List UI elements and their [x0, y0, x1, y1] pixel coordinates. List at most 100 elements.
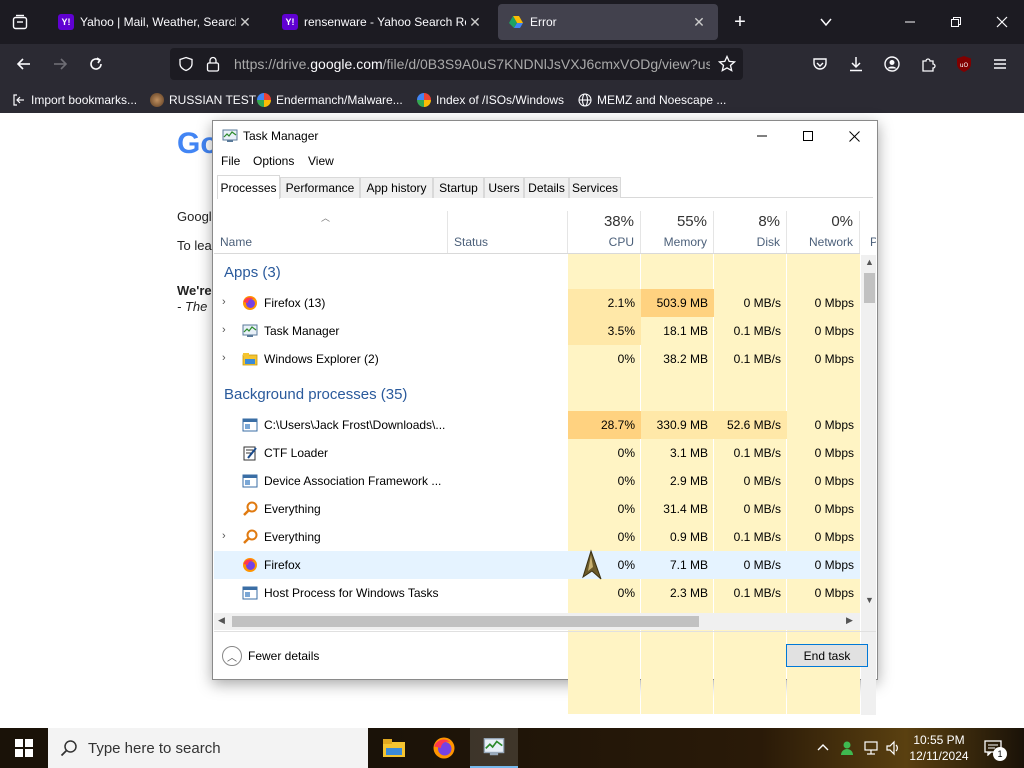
- minimize-icon: [757, 135, 767, 137]
- task-manager-title-bar[interactable]: Task Manager: [213, 121, 877, 151]
- app-menu-button[interactable]: [986, 50, 1014, 78]
- show-hidden-icons-button[interactable]: [812, 728, 834, 768]
- process-row[interactable]: C:\Users\Jack Frost\Downloads\... 28.7% …: [214, 411, 860, 439]
- process-row-selected[interactable]: Firefox 0% 7.1 MB 0 MB/s 0 Mbps: [214, 549, 860, 580]
- column-header-power[interactable]: P: [860, 211, 876, 253]
- back-button[interactable]: [10, 50, 38, 78]
- column-header-status[interactable]: Status: [448, 211, 568, 253]
- downloads-button[interactable]: [842, 50, 870, 78]
- network-button[interactable]: [860, 728, 882, 768]
- minimize-button[interactable]: [739, 121, 785, 151]
- firefox-icon: [433, 737, 455, 759]
- minimize-button[interactable]: [888, 0, 932, 44]
- restore-button[interactable]: [934, 0, 978, 44]
- bookmark-star-icon[interactable]: [717, 54, 737, 76]
- tab-details[interactable]: Details: [524, 177, 569, 198]
- tab-yahoo-mail[interactable]: Y! Yahoo | Mail, Weather, Search, P ✕: [48, 4, 264, 40]
- taskbar-firefox[interactable]: [420, 728, 468, 768]
- scroll-up-icon[interactable]: ▲: [865, 257, 874, 267]
- tab-app-history[interactable]: App history: [360, 177, 433, 198]
- scroll-left-icon[interactable]: ◀: [218, 615, 225, 626]
- list-all-tabs-button[interactable]: [812, 8, 840, 36]
- process-row[interactable]: Host Process for Windows Tasks 0% 2.3 MB…: [214, 579, 860, 607]
- tab-rensenware-search[interactable]: Y! rensenware - Yahoo Search Resu ✕: [272, 4, 494, 40]
- process-row[interactable]: Device Association Framework ... 0% 2.9 …: [214, 467, 860, 495]
- process-row[interactable]: › Task Manager 3.5% 18.1 MB 0.1 MB/s 0 M…: [214, 317, 860, 345]
- url-text[interactable]: https://drive.google.com/file/d/0B3S9A0u…: [234, 56, 710, 72]
- menu-view[interactable]: View: [308, 154, 334, 168]
- column-header-cpu[interactable]: 38% CPU: [568, 211, 641, 253]
- bookmarks-toolbar: Import bookmarks... RUSSIAN TEST Enderma…: [0, 86, 1024, 113]
- column-header-disk[interactable]: 8% Disk: [714, 211, 787, 253]
- ublock-origin-button[interactable]: uO: [950, 50, 978, 78]
- end-task-button[interactable]: End task: [786, 644, 868, 667]
- menu-file[interactable]: File: [221, 154, 240, 168]
- process-row[interactable]: › Windows Explorer (2) 0% 38.2 MB 0.1 MB…: [214, 345, 860, 373]
- disk-value: 0.1 MB/s: [733, 446, 781, 460]
- chevron-right-icon[interactable]: ›: [222, 352, 234, 366]
- chevron-right-icon[interactable]: ›: [222, 296, 234, 310]
- close-icon[interactable]: ✕: [690, 14, 708, 31]
- scroll-right-icon[interactable]: ▶: [846, 615, 853, 626]
- bookmark-import[interactable]: Import bookmarks...: [12, 90, 137, 110]
- tab-services[interactable]: Services: [569, 177, 621, 198]
- search-placeholder: Type here to search: [88, 739, 221, 757]
- bookmark-russian-test[interactable]: RUSSIAN TEST: [150, 90, 256, 110]
- account-button[interactable]: [878, 50, 906, 78]
- tab-processes[interactable]: Processes: [217, 175, 280, 199]
- exe-icon: [242, 417, 258, 433]
- bookmark-memz[interactable]: MEMZ and Noescape ...: [578, 90, 726, 110]
- taskbar-clock[interactable]: 10:55 PM 12/11/2024: [906, 732, 972, 764]
- address-bar[interactable]: https://drive.google.com/file/d/0B3S9A0u…: [170, 48, 743, 80]
- tab-performance[interactable]: Performance: [280, 177, 360, 198]
- close-icon[interactable]: ✕: [236, 14, 254, 31]
- process-row[interactable]: Everything 0% 31.4 MB 0 MB/s 0 Mbps: [214, 495, 860, 523]
- menu-options[interactable]: Options: [253, 154, 294, 168]
- bookmark-index-isos[interactable]: Index of /ISOs/Windows: [417, 90, 564, 110]
- taskbar-file-explorer[interactable]: [370, 728, 418, 768]
- close-button[interactable]: [831, 121, 877, 151]
- close-icon: [996, 16, 1008, 28]
- group-header-apps: Apps (3): [224, 264, 281, 281]
- chevron-right-icon[interactable]: ›: [222, 530, 234, 544]
- process-row[interactable]: › Firefox (13) 2.1% 503.9 MB 0 MB/s 0 Mb…: [214, 289, 860, 317]
- chevron-right-icon[interactable]: ›: [222, 324, 234, 338]
- scroll-down-icon[interactable]: ▼: [865, 595, 874, 605]
- tray-user-icon-button[interactable]: [836, 728, 858, 768]
- column-header-name[interactable]: ︿ Name: [214, 211, 448, 253]
- page-text-line: - The: [177, 299, 208, 314]
- scrollbar-thumb[interactable]: [864, 273, 875, 303]
- process-row[interactable]: › Everything 0% 0.9 MB 0.1 MB/s 0 Mbps: [214, 523, 860, 551]
- column-header-memory[interactable]: 55% Memory: [641, 211, 714, 253]
- tab-users[interactable]: Users: [484, 177, 524, 198]
- maximize-button[interactable]: [785, 121, 831, 151]
- pocket-button[interactable]: [806, 50, 834, 78]
- close-icon[interactable]: ✕: [466, 14, 484, 31]
- column-header-network[interactable]: 0% Network: [787, 211, 860, 253]
- horizontal-scrollbar[interactable]: ◀ ▶: [214, 613, 860, 630]
- close-window-button[interactable]: [980, 0, 1024, 44]
- tab-overview-button[interactable]: [6, 8, 34, 36]
- tab-error[interactable]: Error ✕: [498, 4, 718, 40]
- volume-button[interactable]: [882, 728, 904, 768]
- column-label: Memory: [663, 235, 707, 249]
- start-button[interactable]: [0, 728, 48, 768]
- notification-center-button[interactable]: 1: [978, 728, 1008, 768]
- fewer-details-button[interactable]: ︿ Fewer details: [222, 646, 319, 666]
- taskbar-search-box[interactable]: Type here to search: [48, 728, 368, 768]
- network-value: 0 Mbps: [814, 418, 854, 432]
- tracking-protection-icon[interactable]: [178, 56, 194, 75]
- bookmark-label: Index of /ISOs/Windows: [436, 93, 565, 107]
- new-tab-button[interactable]: +: [726, 8, 754, 36]
- everything-icon: [242, 501, 258, 517]
- tab-startup[interactable]: Startup: [433, 177, 484, 198]
- taskbar-task-manager[interactable]: [470, 728, 518, 768]
- scrollbar-thumb[interactable]: [232, 616, 699, 627]
- extensions-button[interactable]: [914, 50, 942, 78]
- bookmark-endermanch-malware[interactable]: Endermanch/Malware...: [257, 90, 403, 110]
- lock-icon[interactable]: [206, 56, 220, 75]
- reload-button[interactable]: [82, 50, 110, 78]
- forward-button[interactable]: [46, 50, 74, 78]
- memory-value: 18.1 MB: [663, 324, 708, 338]
- process-row[interactable]: CTF Loader 0% 3.1 MB 0.1 MB/s 0 Mbps: [214, 439, 860, 467]
